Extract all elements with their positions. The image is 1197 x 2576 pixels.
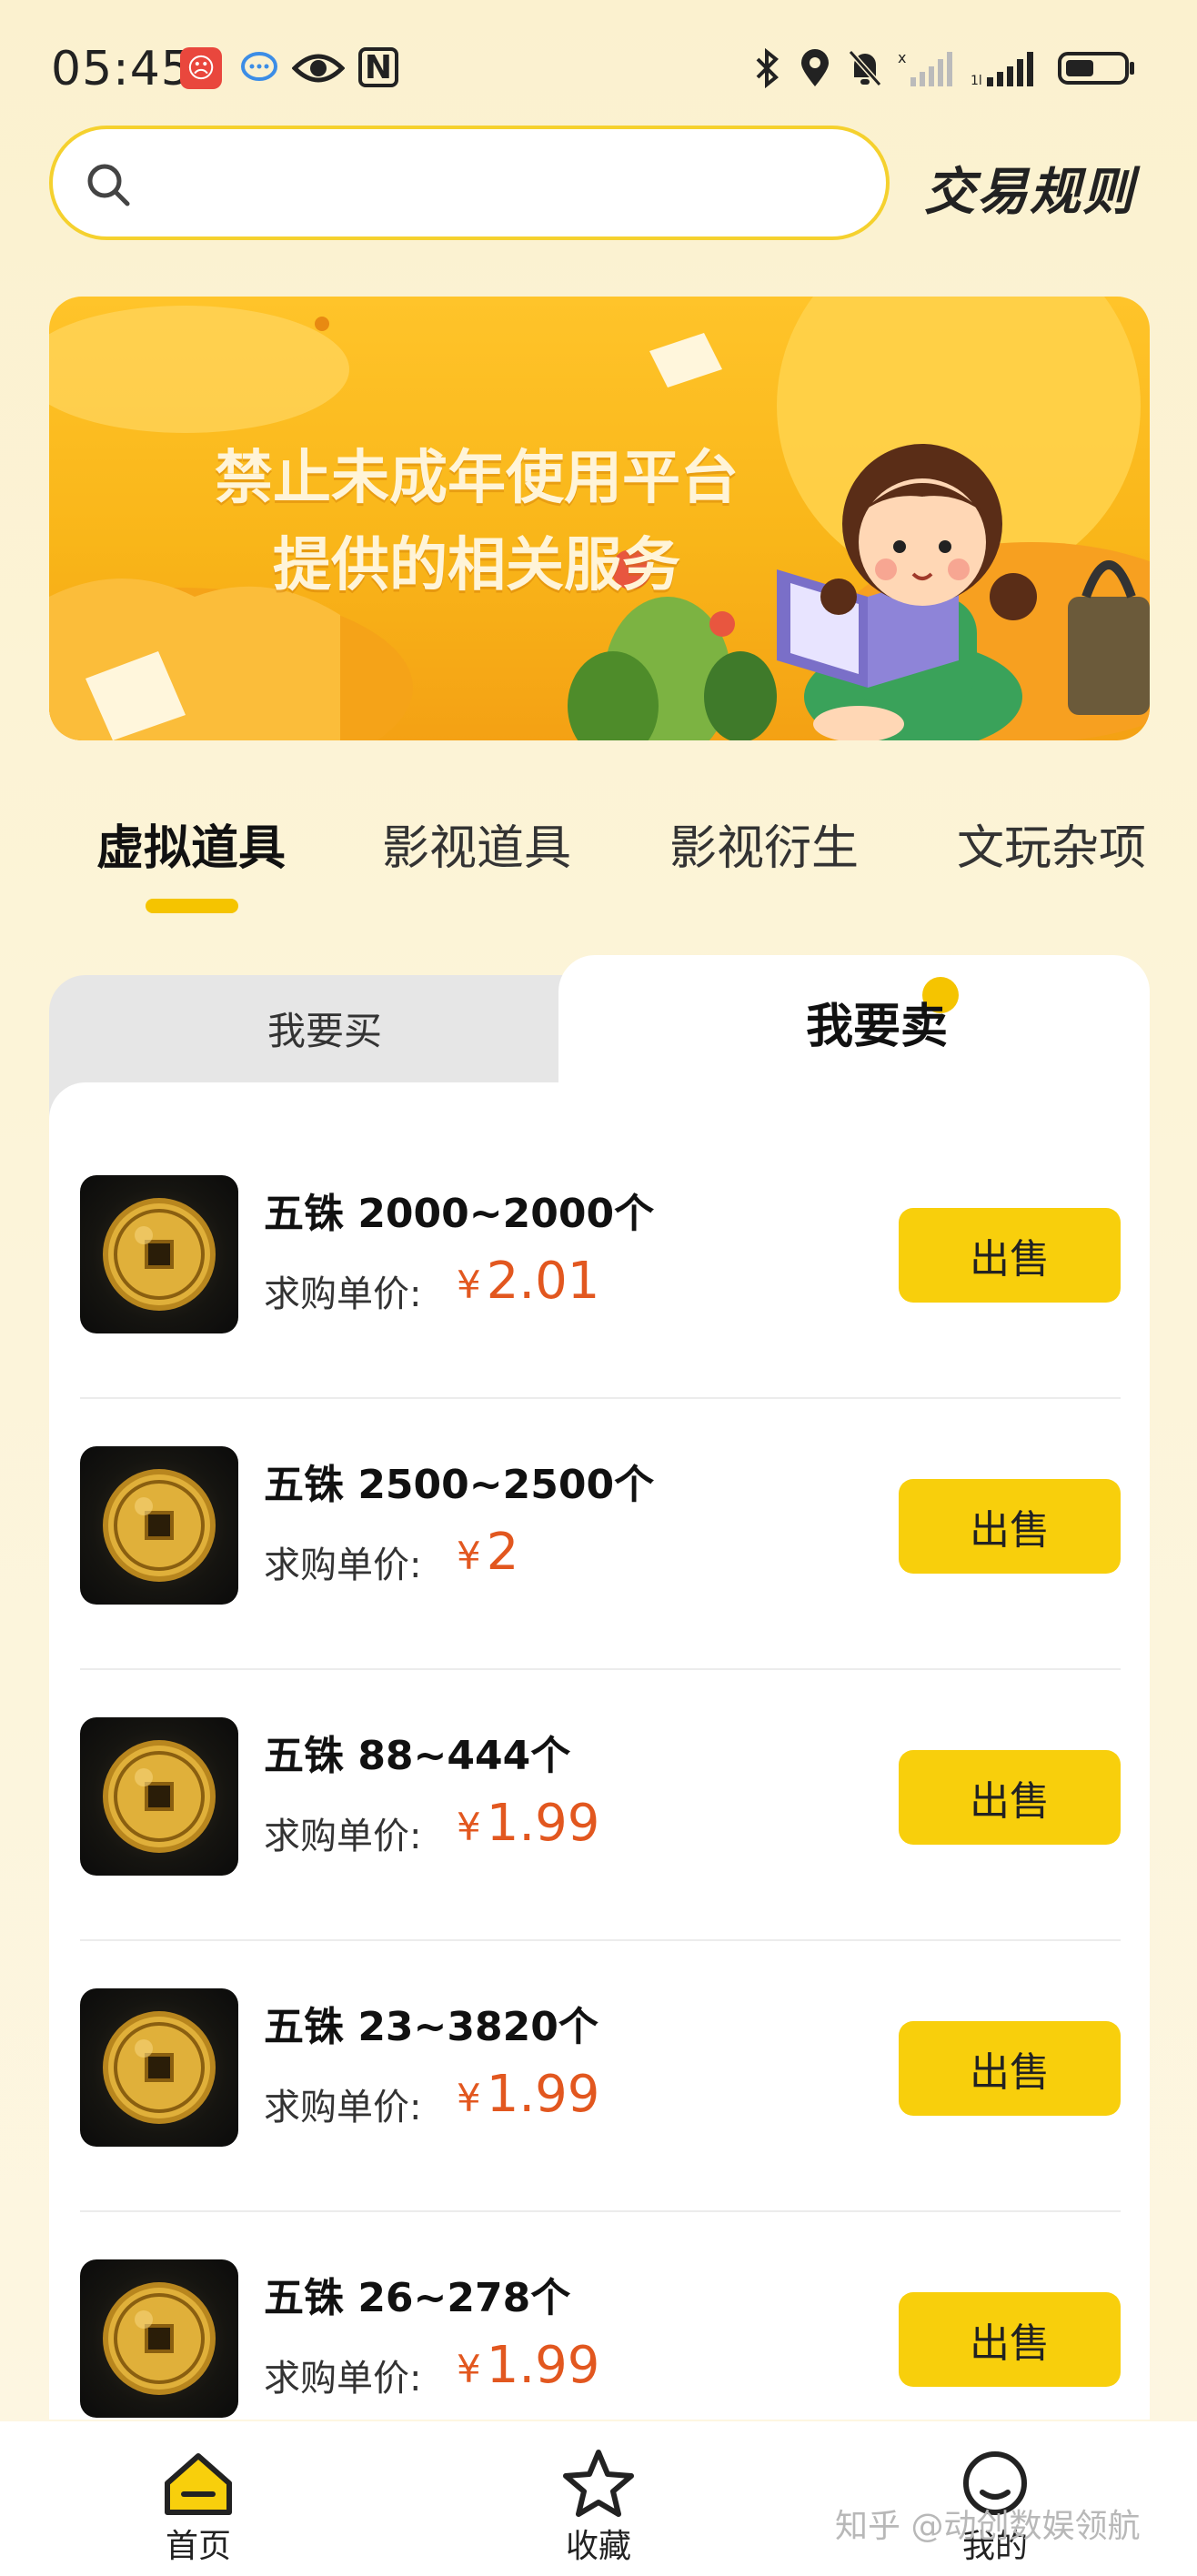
promo-banner[interactable]: 禁止未成年使用平台 提供的相关服务 <box>49 297 1150 740</box>
star-icon <box>563 2450 634 2517</box>
tab-film-props[interactable]: 影视道具 <box>382 810 571 878</box>
price-label: 求购单价: <box>264 1273 422 1315</box>
sell-button[interactable]: 出售 <box>899 1208 1121 1303</box>
price-label: 求购单价: <box>264 1816 422 1857</box>
item-price: ¥1.99 <box>457 2065 599 2124</box>
nav-favorites[interactable]: 收藏 <box>508 2421 689 2576</box>
search-bar[interactable] <box>49 126 890 240</box>
bluetooth-icon <box>749 47 786 89</box>
item-price: ¥1.99 <box>457 1794 599 1853</box>
eye-icon <box>291 47 346 89</box>
tab-virtual-items[interactable]: 虚拟道具 <box>96 810 286 878</box>
price-value: 1.99 <box>486 2336 600 2395</box>
active-tab-indicator <box>146 899 238 913</box>
sell-button[interactable]: 出售 <box>899 2021 1121 2116</box>
nav-profile[interactable]: 我的 <box>904 2421 1086 2576</box>
signal-weak-icon: x <box>897 47 957 89</box>
sell-button[interactable]: 出售 <box>899 1750 1121 1845</box>
battery-icon <box>1057 47 1137 89</box>
trading-rules-link[interactable]: 交易规则 <box>924 151 1135 225</box>
listing-item[interactable]: 五铢 23~3820个求购单价: ¥1.99 出售 <box>49 1941 1150 2212</box>
coin-thumbnail <box>80 2259 238 2418</box>
price-value: 2.01 <box>486 1252 600 1311</box>
watermark-text: 知乎 @动创数娱领航 <box>835 2508 1141 2545</box>
item-price: ¥2.01 <box>457 1252 599 1311</box>
home-icon <box>165 2453 232 2515</box>
banner-line-1: 禁止未成年使用平台 <box>215 445 739 512</box>
coin-thumbnail <box>80 1175 238 1333</box>
coin-thumbnail <box>80 1717 238 1876</box>
tab-film-derivatives[interactable]: 影视衍生 <box>669 810 859 878</box>
currency-symbol: ¥ <box>457 1263 481 1307</box>
price-label: 求购单价: <box>264 1545 422 1586</box>
item-price: ¥1.99 <box>457 2336 599 2395</box>
coin-thumbnail <box>80 1446 238 1605</box>
status-time: 05:45 <box>51 42 192 96</box>
item-name: 五铢 88~444个 <box>264 1733 571 1779</box>
price-value: 1.99 <box>486 2065 600 2124</box>
nav-favorites-label: 收藏 <box>565 2528 631 2565</box>
price-value: 1.99 <box>486 1794 600 1853</box>
buy-tab-label[interactable]: 我要买 <box>267 1001 382 1056</box>
sell-button[interactable]: 出售 <box>899 2292 1121 2387</box>
location-icon <box>797 47 833 89</box>
listing-item[interactable]: 五铢 88~444个求购单价: ¥1.99 出售 <box>49 1670 1150 1941</box>
listing-item[interactable]: 五铢 2500~2500个求购单价: ¥2 出售 <box>49 1399 1150 1670</box>
price-label: 求购单价: <box>264 2087 422 2128</box>
coin-thumbnail <box>80 1988 238 2147</box>
currency-symbol: ¥ <box>457 1534 481 1578</box>
price-label: 求购单价: <box>264 2358 422 2400</box>
banner-text: 禁止未成年使用平台 提供的相关服务 <box>149 435 804 609</box>
price-value: 2 <box>486 1523 519 1582</box>
sell-button[interactable]: 出售 <box>899 1479 1121 1574</box>
chat-bubble-icon <box>238 47 280 89</box>
currency-symbol: ¥ <box>457 1805 481 1849</box>
item-name: 五铢 2500~2500个 <box>264 1462 655 1508</box>
mute-bell-icon <box>844 47 886 89</box>
tab-collectibles[interactable]: 文玩杂项 <box>957 810 1146 878</box>
sell-tab-label[interactable]: 我要卖 <box>806 988 948 1056</box>
search-input[interactable] <box>153 147 862 220</box>
signal-strong-icon: 1l <box>970 47 1042 89</box>
bottom-nav: 首页 收藏 我的 <box>0 2421 1197 2576</box>
nav-home[interactable]: 首页 <box>107 2421 289 2576</box>
search-icon <box>87 164 130 206</box>
item-name: 五铢 26~278个 <box>264 2275 571 2321</box>
banner-line-2: 提供的相关服务 <box>273 532 680 599</box>
status-bar: 05:45 ☹ N x 1l <box>0 0 1197 136</box>
app-notification-icon: ☹ <box>180 47 222 89</box>
listing-item[interactable]: 五铢 2000~2000个求购单价: ¥2.01 出售 <box>49 1128 1150 1399</box>
svg-text:x: x <box>898 49 906 66</box>
item-price: ¥2 <box>457 1523 518 1582</box>
item-name: 五铢 23~3820个 <box>264 2004 598 2050</box>
trade-panel: 我要买 我要卖 五铢 2000~2000个 求购单价: ¥2.01 出售 五铢 2500… <box>49 955 1150 2420</box>
nfc-icon: N <box>358 47 398 87</box>
svg-text:1l: 1l <box>971 74 982 88</box>
currency-symbol: ¥ <box>457 2076 481 2120</box>
currency-symbol: ¥ <box>457 2347 481 2391</box>
item-name: 五铢 2000~2000个 <box>264 1191 655 1237</box>
nav-home-label: 首页 <box>165 2528 231 2565</box>
